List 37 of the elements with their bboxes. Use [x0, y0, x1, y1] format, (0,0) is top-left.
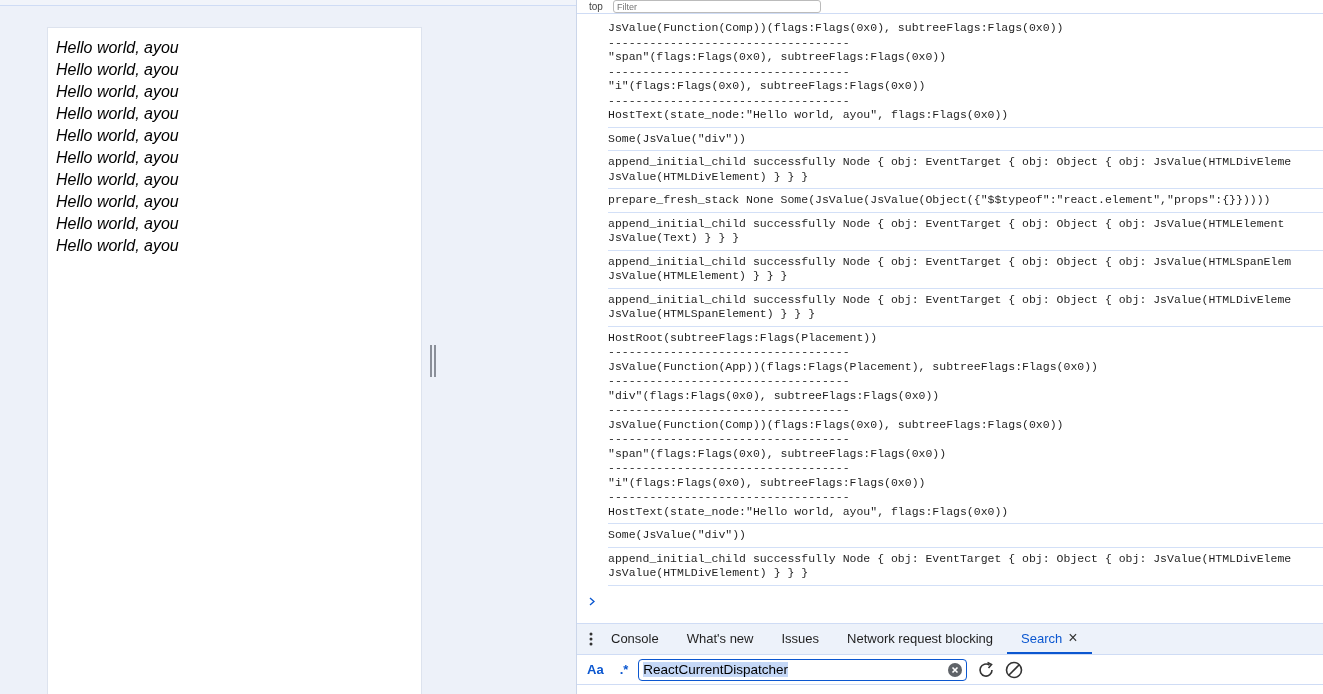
- console-message: append_initial_child successfully Node { obj: EventTarget { obj: Object { obj: JsValue(HTMLDivEleme JsValue(HTMLDivElement) } } }: [608, 547, 1323, 586]
- console-message: prepare_fresh_stack None Some(JsValue(JsValue(Object({"$$typeof":"react.element","props":{}})))): [608, 189, 1323, 213]
- context-selector[interactable]: top: [589, 1, 603, 12]
- drawer-tab[interactable]: Console: [597, 624, 673, 654]
- text-line: Hello world, ayou: [56, 148, 180, 168]
- clear-icon[interactable]: [948, 662, 963, 677]
- text-line: Hello world, ayou: [56, 104, 180, 124]
- regex-toggle[interactable]: .*: [619, 662, 629, 677]
- console-message: Some(JsValue("div")): [608, 127, 1323, 151]
- console-message: Some(JsValue("div")): [608, 524, 1323, 548]
- text-line: Hello world, ayou: [56, 126, 180, 146]
- resize-handle[interactable]: [430, 344, 436, 377]
- text-line: Hello world, ayou: [56, 82, 180, 102]
- more-menu-icon[interactable]: [589, 632, 593, 646]
- console-message: append_initial_child successfully Node { obj: EventTarget { obj: Object { obj: JsValue(HTMLDivEleme JsValue(HTMLSpanElement) } } }: [608, 288, 1323, 327]
- prompt-chevron-icon[interactable]: [589, 596, 595, 606]
- drawer-tab[interactable]: Issues: [767, 624, 834, 654]
- block-icon[interactable]: [1005, 660, 1024, 679]
- console-message: JsValue(Function(Comp))(flags:Flags(0x0), subtreeFlags:Flags(0x0)) ----------------------------------- "span"(flags:Flags(0x0), subtreeFlags:Flags(0x0)) ----------------------------------- "i"(flags:Flags(0x0), subtreeFlags:Flags(0x0)) ----------------------------------- HostText(state_node:"Hello world, ayou", flags:Flags(0x0)): [608, 17, 1323, 128]
- text-line: Hello world, ayou: [56, 214, 180, 234]
- text-line: Hello world, ayou: [56, 192, 180, 212]
- console-message: append_initial_child successfully Node { obj: EventTarget { obj: Object { obj: JsValue(HTMLSpanElem JsValue(HTMLElement) } } }: [608, 250, 1323, 289]
- match-case-toggle[interactable]: Aa: [587, 662, 604, 677]
- close-icon[interactable]: ×: [1068, 629, 1078, 647]
- filter-field[interactable]: Filter: [612, 0, 821, 13]
- text-line: Hello world, ayou: [56, 236, 180, 256]
- console-message: append_initial_child successfully Node { obj: EventTarget { obj: Object { obj: JsValue(HTMLElement JsValue(Text) } } }: [608, 212, 1323, 251]
- console-message: append_initial_child successfully Node { obj: EventTarget { obj: Object { obj: JsValue(HTMLDivEleme JsValue(HTMLDivElement) } } }: [608, 151, 1323, 189]
- text-line: Hello world, ayou: [56, 38, 180, 58]
- refresh-icon[interactable]: [977, 660, 996, 679]
- text-line: Hello world, ayou: [56, 60, 180, 80]
- console-message: HostRoot(subtreeFlags:Flags(Placement)) ----------------------------------- JsValue(Function(App))(flags:Flags(Placement), subtreeFlags:Flags(0x0)) ----------------------------------- "div"(flags:Flags(0x0), subtreeFlags:Flags(0x0)) ----------------------------------- JsValue(Function(Comp))(flags:Flags(0x0), subtreeFlags:Flags(0x0)) ----------------------------------- "span"(flags:Flags(0x0), subtreeFlags:Flags(0x0)) ----------------------------------- "i"(flags:Flags(0x0), subtreeFlags:Flags(0x0)) ----------------------------------- HostText(state_node:"Hello world, ayou", flags:Flags(0x0)): [608, 326, 1323, 524]
- drawer-tab[interactable]: What's new: [672, 624, 768, 654]
- search-field[interactable]: ReactCurrentDispatcher: [638, 658, 968, 681]
- drawer-tab[interactable]: Network request blocking: [833, 624, 1008, 654]
- drawer-tab[interactable]: Search ×: [1007, 624, 1092, 654]
- text-line: Hello world, ayou: [56, 170, 180, 190]
